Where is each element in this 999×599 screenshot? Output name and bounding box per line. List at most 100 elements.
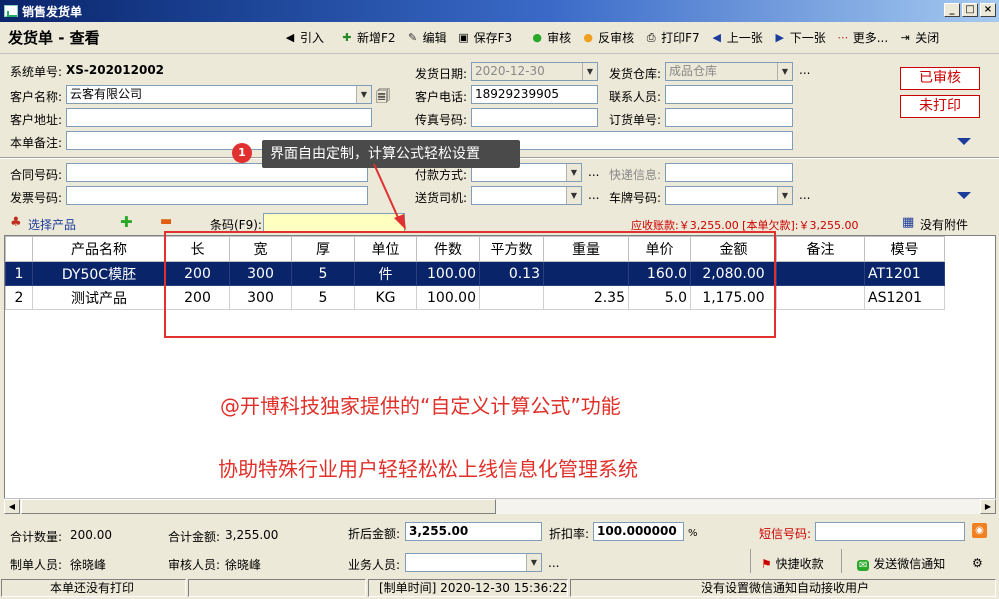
cell-product[interactable]: DY50C模胚 — [32, 261, 166, 286]
callout-badge: 1 — [232, 143, 252, 163]
order-no-label: 订货单号: — [609, 113, 662, 127]
print-button[interactable]: ⎙ 打印F7 — [639, 27, 705, 49]
print-status-badge: 未打印 — [900, 95, 980, 118]
scroll-right-icon[interactable]: ▶ — [980, 499, 996, 514]
new-button[interactable]: ✚ 新增F2 — [335, 27, 401, 49]
salesman-label: 业务人员: — [348, 558, 401, 572]
cell-mold[interactable]: AT1201 — [864, 261, 945, 286]
total-amount-value: 3,255.00 — [225, 528, 279, 542]
chevron-down-icon: ▼ — [566, 187, 581, 204]
express-field[interactable] — [665, 163, 793, 182]
add-row-icon[interactable]: ✚ — [120, 213, 133, 231]
payment-label: 付款方式: — [415, 168, 468, 182]
toolbar: 发货单 - 查看 ◀ 引入 ✚ 新增F2 ✎ 编辑 ▣ 保存F3 ● 审核 ● 反审核 ⎙ 打… — [0, 22, 999, 54]
discount-rate-label: 折扣率: — [549, 527, 590, 541]
audited-badge: 已审核 — [900, 67, 980, 90]
warehouse-select[interactable]: 成品仓库 ▼ — [665, 62, 793, 81]
customer-lookup-icon[interactable]: 🗐 — [376, 86, 390, 110]
row-number: 1 — [5, 261, 33, 286]
col-header[interactable]: 模号 — [864, 236, 945, 262]
more-button[interactable]: ⋯ 更多... — [831, 27, 893, 49]
window-titlebar: 销售发货单 _ □ × — [0, 0, 999, 22]
save-button[interactable]: ▣ 保存F3 — [452, 27, 518, 49]
total-qty-value: 200.00 — [70, 528, 112, 542]
select-product-button[interactable]: 选择产品 — [28, 216, 76, 233]
customer-select[interactable]: 云客有限公司 ▼ — [66, 85, 372, 104]
attachments-button[interactable]: 没有附件 — [920, 216, 968, 233]
window-title: 销售发货单 — [22, 4, 83, 19]
unaudit-icon: ● — [583, 31, 593, 44]
cell-remark[interactable] — [776, 261, 865, 286]
discounted-label: 折后金额: — [348, 527, 401, 541]
wechat-notify-button[interactable]: ✉ 发送微信通知 — [853, 549, 957, 573]
plate-select[interactable]: ▼ — [665, 186, 793, 205]
unaudit-button[interactable]: ● 反审核 — [576, 27, 639, 49]
expand-detail-icon[interactable] — [957, 192, 971, 199]
col-header[interactable] — [5, 236, 33, 262]
sms-field[interactable] — [815, 522, 965, 541]
maker-value: 徐晓峰 — [70, 558, 107, 572]
total-amount-label: 合计金额: — [168, 530, 221, 544]
payment-more-button[interactable]: ... — [588, 165, 599, 179]
contact-field[interactable] — [665, 85, 793, 104]
status-bar: 本单还没有打印 [制单时间] 2020-12-30 15:36:22 没有设置微… — [0, 577, 999, 599]
plate-label: 车牌号码: — [609, 191, 662, 205]
discount-rate-field[interactable]: 100.000000 — [593, 522, 684, 541]
wechat-status: 没有设置微信通知自动接收用户 — [570, 579, 996, 597]
next-button[interactable]: ▶ 下一张 — [768, 27, 831, 49]
remove-row-icon[interactable]: ▬ — [160, 214, 172, 229]
sys-no-label: 系统单号: — [10, 65, 63, 79]
new-doc-icon: ✚ — [342, 31, 352, 44]
callout-arrow — [373, 163, 406, 230]
fax-field[interactable] — [471, 108, 598, 127]
audit-icon: ● — [532, 31, 542, 44]
close-button[interactable]: ⇥ 关闭 — [893, 27, 944, 49]
salesman-select[interactable]: ▼ — [405, 553, 542, 572]
address-field[interactable] — [66, 108, 372, 127]
prev-icon: ◀ — [712, 31, 721, 44]
cell-product[interactable]: 测试产品 — [32, 285, 166, 310]
contract-label: 合同号码: — [10, 168, 63, 182]
sys-no-value: XS-202012002 — [66, 63, 165, 77]
more-icon: ⋯ — [837, 31, 849, 44]
app-icon — [4, 5, 18, 17]
horizontal-scrollbar[interactable]: ◀ ▶ — [4, 498, 996, 514]
cell-remark[interactable] — [776, 285, 865, 310]
audit-button[interactable]: ● 审核 — [525, 27, 576, 49]
driver-label: 送货司机: — [415, 191, 468, 205]
maximize-button[interactable]: □ — [962, 3, 978, 17]
total-qty-label: 合计数量: — [10, 530, 63, 544]
invoice-label: 发票号码: — [10, 191, 63, 205]
prev-button[interactable]: ◀ 上一张 — [705, 27, 768, 49]
fax-label: 传真号码: — [415, 113, 468, 127]
driver-select[interactable]: ▼ — [471, 186, 582, 205]
col-header[interactable]: 产品名称 — [32, 236, 166, 262]
driver-more-button[interactable]: ... — [588, 188, 599, 202]
rss-icon[interactable]: ◉ — [972, 523, 987, 538]
order-no-field[interactable] — [665, 108, 793, 127]
settings-icon[interactable]: ⚙ — [972, 556, 983, 570]
minimize-button[interactable]: _ — [944, 3, 960, 17]
invoice-field[interactable] — [66, 186, 368, 205]
cell-mold[interactable]: AS1201 — [864, 285, 945, 310]
percent-sign: % — [688, 528, 698, 539]
edit-button[interactable]: ✎ 编辑 — [401, 27, 452, 49]
col-header[interactable]: 备注 — [776, 236, 865, 262]
chevron-down-icon: ▼ — [566, 164, 581, 181]
highlight-box — [164, 231, 776, 338]
expand-header-icon[interactable] — [957, 138, 971, 145]
attachment-icon: ▦ — [902, 215, 915, 230]
close-window-button[interactable]: × — [980, 3, 996, 17]
phone-field[interactable]: 18929239905 — [471, 85, 598, 104]
quick-pay-button[interactable]: ⚑ 快捷收款 — [750, 549, 842, 573]
ship-date-field[interactable]: 2020-12-30 ▼ — [471, 62, 598, 81]
row-number: 2 — [5, 285, 33, 310]
import-button[interactable]: ◀ 引入 — [278, 27, 329, 49]
plate-more-button[interactable]: ... — [799, 188, 810, 202]
discounted-field[interactable]: 3,255.00 — [405, 522, 542, 541]
scroll-thumb[interactable] — [21, 499, 496, 514]
warehouse-more-button[interactable]: ... — [799, 63, 810, 77]
salesman-more-button[interactable]: ... — [548, 556, 559, 570]
chevron-down-icon: ▼ — [777, 63, 792, 80]
scroll-left-icon[interactable]: ◀ — [4, 499, 20, 514]
